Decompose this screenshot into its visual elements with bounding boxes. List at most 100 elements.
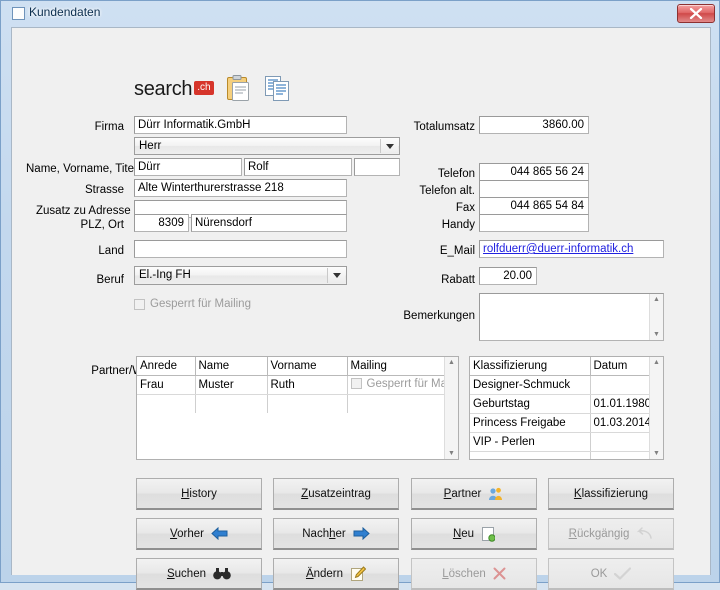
anrede-combo[interactable]: Herr [134, 137, 400, 155]
cell-vorname: Ruth [267, 375, 348, 395]
bemerkungen-scrollbar[interactable]: ▲ ▼ [649, 294, 663, 340]
clipboard-icon[interactable] [225, 74, 251, 105]
label-telefon: Telefon [437, 168, 475, 180]
vorher-button-label: Vorher [170, 527, 204, 540]
title-bar[interactable]: Kundendaten [1, 1, 720, 25]
table-row[interactable]: VIP - Perlen [470, 432, 663, 452]
firma-input[interactable]: Dürr Informatik.GmbH [134, 116, 347, 134]
label-plz-ort: PLZ, Ort [80, 219, 124, 231]
checkbox-icon-row [350, 378, 362, 390]
rabatt-input[interactable]: 20.00 [479, 267, 537, 285]
chevron-down-icon-beruf[interactable] [327, 268, 345, 283]
email-input[interactable]: rolfduerr@duerr-informatik.ch [479, 240, 664, 258]
binoculars-icon [213, 567, 231, 580]
label-fax: Fax [455, 202, 475, 214]
vorname-input[interactable]: Rolf [244, 158, 352, 176]
table-row[interactable]: Designer-Schmuck [470, 375, 663, 395]
cell-anrede: Frau [137, 375, 196, 395]
handy-input[interactable] [479, 214, 589, 232]
history-button[interactable]: History [136, 478, 262, 510]
ok-button: OK [548, 558, 674, 590]
rueckgaengig-button-label: Rückgängig [568, 527, 630, 540]
label-land: Land [98, 245, 124, 257]
history-button-label: History [181, 487, 217, 500]
zusatzeintrag-button-label: Zusatzeintrag [301, 487, 371, 500]
cell-klassifizierung: Geburtstag [470, 394, 591, 414]
suchen-button[interactable]: Suchen [136, 558, 262, 590]
nachher-button-label: Nachher [302, 527, 346, 540]
fax-input[interactable]: 044 865 54 84 [479, 197, 589, 215]
col-name: Name [195, 357, 268, 376]
x-icon [493, 567, 506, 580]
titel-input[interactable] [354, 158, 400, 176]
logo-text: search [134, 78, 193, 100]
land-input[interactable] [134, 240, 347, 258]
label-rabatt: Rabatt [441, 274, 475, 286]
label-email: E_Mail [439, 245, 475, 257]
telefon-input[interactable]: 044 865 56 24 [479, 163, 589, 181]
arrow-left-icon [211, 527, 228, 540]
zusatzeintrag-button[interactable]: Zusatzeintrag [273, 478, 399, 510]
scroll-up-icon-klass[interactable]: ▲ [653, 357, 660, 368]
close-button[interactable] [677, 4, 715, 23]
label-totalumsatz: Totalumsatz [413, 121, 475, 133]
col-mailing: Mailing [347, 357, 458, 376]
neu-button[interactable]: Neu [411, 518, 537, 550]
partner-grid[interactable]: Anrede Name Vorname Mailing Frau Muster … [136, 356, 459, 460]
label-beruf: Beruf [96, 274, 125, 286]
partner-grid-scrollbar[interactable]: ▲ ▼ [444, 357, 458, 459]
aendern-button[interactable]: Ändern [273, 558, 399, 590]
loeschen-button: Löschen [411, 558, 537, 590]
partner-button-label: Partner [443, 487, 482, 500]
cell-klassifizierung: Designer-Schmuck [470, 375, 591, 395]
partner-button[interactable]: Partner [411, 478, 537, 510]
new-page-icon [481, 526, 496, 542]
scroll-up-icon[interactable]: ▲ [653, 294, 660, 305]
beruf-value: El.-Ing FH [139, 269, 191, 281]
klassifizierung-button[interactable]: Klassifizierung [548, 478, 674, 510]
col-anrede: Anrede [137, 357, 196, 376]
rueckgaengig-button: Rückgängig [548, 518, 674, 550]
ok-button-label: OK [590, 567, 608, 580]
client-area: search .ch Firma Dürr Informatik.GmbH Her… [11, 27, 711, 590]
arrow-right-icon [353, 527, 370, 540]
table-row[interactable]: Frau Muster Ruth Gesperrt für Mailing [137, 375, 458, 395]
scroll-down-icon-klass[interactable]: ▼ [653, 448, 660, 459]
klassifizierung-grid-scrollbar[interactable]: ▲ ▼ [649, 357, 663, 459]
col-vorname: Vorname [267, 357, 348, 376]
scroll-down-icon-partner[interactable]: ▼ [448, 448, 455, 459]
label-strasse: Strasse [85, 184, 124, 196]
gesperrt-label: Gesperrt für Mailing [150, 298, 251, 310]
checkbox-icon [134, 298, 145, 310]
beruf-combo[interactable]: El.-Ing FH [134, 266, 347, 285]
window-icon [12, 7, 25, 20]
label-zusatz-adresse: Zusatz zu Adresse [36, 205, 131, 217]
table-row[interactable]: Princess Freigabe 01.03.2014 [470, 413, 663, 433]
col-klassifizierung: Klassifizierung [470, 357, 591, 376]
table-row[interactable]: Geburtstag 01.01.1980 [470, 394, 663, 414]
klassifizierung-grid[interactable]: Klassifizierung Datum Designer-Schmuck G… [469, 356, 664, 460]
totalumsatz-input[interactable]: 3860.00 [479, 116, 589, 134]
name-input[interactable]: Dürr [134, 158, 242, 176]
plz-input[interactable]: 8309 [134, 214, 189, 232]
ort-input[interactable]: Nürensdorf [191, 214, 347, 232]
undo-icon [636, 526, 653, 541]
table-row-empty[interactable] [137, 394, 458, 413]
cell-name: Muster [195, 375, 268, 395]
window-title: Kundendaten [29, 5, 101, 19]
bemerkungen-textarea[interactable]: ▲ ▼ [479, 293, 664, 341]
chevron-down-icon[interactable] [380, 139, 398, 153]
scroll-up-icon-partner[interactable]: ▲ [448, 357, 455, 368]
scroll-down-icon[interactable]: ▼ [653, 329, 660, 340]
nachher-button[interactable]: Nachher [273, 518, 399, 550]
vorher-button[interactable]: Vorher [136, 518, 262, 550]
close-icon [689, 8, 703, 19]
strasse-input[interactable]: Alte Winterthurerstrasse 218 [134, 179, 347, 197]
copy-documents-icon[interactable] [264, 74, 292, 105]
check-icon [614, 567, 632, 580]
table-row-empty[interactable] [470, 451, 663, 459]
telefon-alt-input[interactable] [479, 180, 589, 198]
label-bemerkungen: Bemerkungen [403, 310, 475, 322]
label-firma: Firma [94, 121, 124, 133]
aendern-button-label: Ändern [305, 567, 344, 580]
